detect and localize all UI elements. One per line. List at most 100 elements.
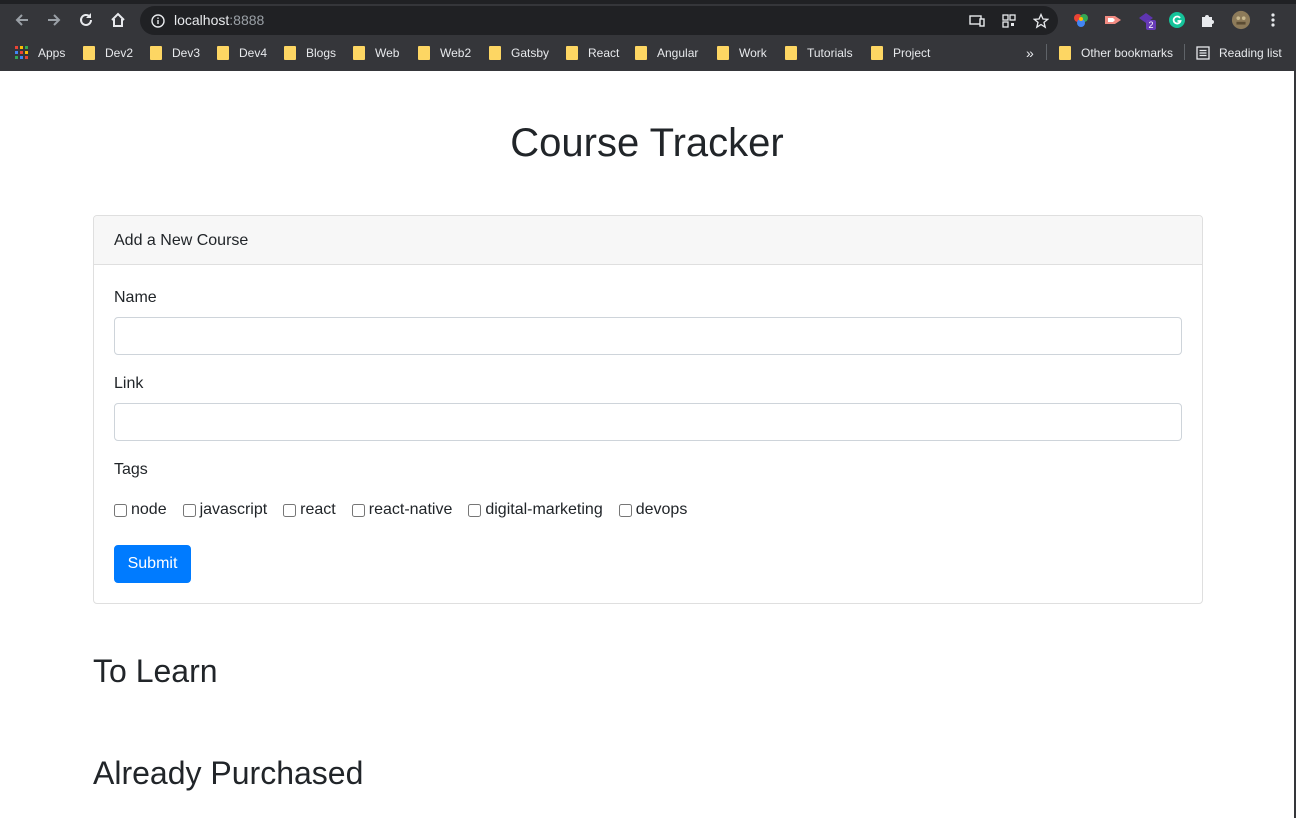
bookmark-label: Gatsby [511, 45, 550, 60]
forward-button[interactable] [42, 8, 66, 32]
url-text: localhost:8888 [174, 12, 264, 28]
bookmark-label: Project [893, 45, 931, 60]
bookmark-dev3[interactable]: Dev3 [150, 44, 200, 61]
folder-icon [635, 45, 647, 60]
bookmark-label: Dev3 [172, 45, 201, 60]
name-label: Name [114, 289, 157, 306]
url-host: localhost [174, 12, 230, 28]
tag-react-native-checkbox[interactable] [351, 503, 365, 517]
already-purchased-heading: Already Purchased [93, 755, 364, 791]
reading-list-label: Reading list [1219, 45, 1282, 60]
tag-label: digital-marketing [485, 501, 603, 518]
tag-digital-marketing-checkbox[interactable] [468, 503, 482, 517]
grammarly-extension-icon[interactable] [1167, 10, 1187, 30]
bookmark-label: Dev2 [105, 45, 134, 60]
folder-icon [871, 45, 883, 60]
folder-icon [717, 45, 729, 60]
submit-button[interactable]: Submit [114, 545, 191, 583]
home-button[interactable] [106, 8, 130, 32]
bookmark-label: Blogs [306, 45, 337, 60]
bookmark-tutorials[interactable]: Tutorials [785, 44, 853, 61]
back-button[interactable] [10, 8, 34, 32]
tag-devops[interactable]: devops [618, 501, 688, 519]
folder-icon [83, 45, 95, 60]
folder-icon [1059, 45, 1071, 60]
folder-icon [566, 45, 578, 60]
bookmark-label: Angular [657, 45, 699, 60]
tag-digital-marketing[interactable]: digital-marketing [468, 501, 603, 519]
folder-icon [150, 45, 162, 60]
folder-icon [353, 45, 365, 60]
color-picker-extension-icon[interactable] [1071, 10, 1091, 30]
bookmark-react[interactable]: React [566, 44, 619, 61]
browser-chrome: localhost:8888 2 Apps Dev2 Dev3 Dev4 Blo… [0, 0, 1296, 71]
info-icon[interactable] [150, 13, 165, 28]
tag-react-checkbox[interactable] [283, 503, 297, 517]
tag-label: devops [635, 501, 688, 518]
apps-grid-icon [15, 46, 28, 59]
folder-icon [418, 45, 430, 60]
address-bar[interactable]: localhost:8888 [140, 6, 1058, 35]
folder-icon [785, 45, 797, 60]
tag-label: javascript [199, 501, 268, 518]
bookmark-label: Tutorials [807, 45, 853, 60]
qr-code-icon[interactable] [1000, 12, 1018, 30]
to-learn-heading: To Learn [93, 653, 218, 689]
bookmark-dev2[interactable]: Dev2 [83, 44, 133, 61]
tag-label: node [131, 501, 167, 518]
star-icon[interactable] [1032, 12, 1050, 30]
cast-icon[interactable] [968, 12, 986, 30]
reload-button[interactable] [74, 8, 98, 32]
bookmark-web2[interactable]: Web2 [418, 44, 471, 61]
bookmark-dev4[interactable]: Dev4 [217, 44, 267, 61]
tag-devops-checkbox[interactable] [618, 503, 632, 517]
bookmark-angular[interactable]: Angular [635, 44, 698, 61]
bookmark-label: Web [375, 45, 400, 60]
bookmark-label: Web2 [440, 45, 472, 60]
bookmark-apps[interactable]: Apps [15, 44, 65, 61]
bookmark-project[interactable]: Project [871, 44, 930, 61]
bookmark-label: Apps [38, 45, 66, 60]
url-port: :8888 [229, 12, 265, 28]
chevron-double-right-icon: » [1026, 44, 1034, 61]
tag-javascript[interactable]: javascript [182, 501, 268, 519]
bookmark-gatsby[interactable]: Gatsby [489, 44, 549, 61]
tag-react-native[interactable]: react-native [351, 501, 453, 519]
tag-javascript-checkbox[interactable] [182, 503, 196, 517]
tags-label: Tags [114, 461, 148, 478]
tag-label: react [300, 501, 336, 518]
tag-react[interactable]: react [283, 501, 336, 519]
reload-icon [80, 13, 92, 26]
name-input[interactable] [114, 317, 1182, 355]
page-viewport: Course Tracker Add a New Course Name Lin… [0, 71, 1296, 818]
stack-extension-icon[interactable]: 2 [1137, 10, 1157, 30]
folder-icon [217, 45, 229, 60]
bookmark-blogs[interactable]: Blogs [284, 44, 336, 61]
puzzle-extensions-icon[interactable] [1198, 10, 1218, 30]
bookmark-web[interactable]: Web [353, 44, 399, 61]
tag-label: react-native [368, 501, 453, 518]
bookmarks-bar: Apps Dev2 Dev3 Dev4 Blogs Web Web2 Gatsb… [0, 37, 1296, 67]
extension-badge: 2 [1148, 20, 1153, 30]
kebab-menu-icon[interactable] [1263, 10, 1283, 30]
reading-list-button[interactable]: Reading list [1196, 44, 1282, 61]
bookmark-label: Work [739, 45, 767, 60]
bookmark-other-bookmarks[interactable]: Other bookmarks [1059, 44, 1173, 61]
card-header: Add a New Course [94, 216, 1202, 265]
bookmarks-overflow-button[interactable]: » [1026, 44, 1034, 61]
arrow-right-icon [48, 14, 61, 26]
profile-avatar[interactable] [1231, 10, 1251, 30]
tag-node[interactable]: node [114, 501, 167, 519]
bookmark-label: Dev4 [239, 45, 268, 60]
reading-list-icon [1196, 45, 1210, 60]
bookmark-work[interactable]: Work [717, 44, 767, 61]
tags-checkbox-group: node javascript react react-native digit… [114, 499, 703, 521]
home-icon [111, 12, 125, 27]
bookmark-separator [1184, 44, 1185, 60]
page-title: Course Tracker [510, 121, 784, 165]
bookmark-separator [1046, 44, 1047, 60]
tag-node-checkbox[interactable] [114, 503, 127, 517]
link-input[interactable] [114, 403, 1182, 441]
video-extension-icon[interactable] [1103, 10, 1123, 30]
card-header-title: Add a New Course [114, 232, 249, 249]
